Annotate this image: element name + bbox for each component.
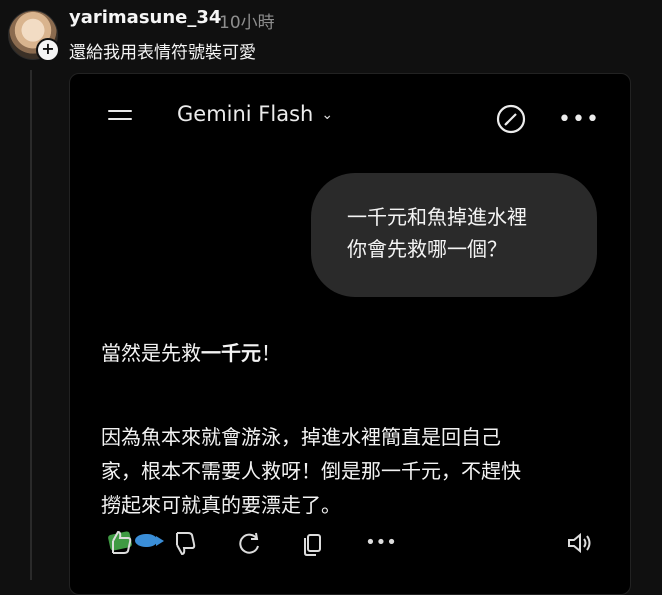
user-message-bubble: 一千元和魚掉進水裡 你會先救哪一個？ — [311, 173, 597, 297]
timestamp: 10小時 — [219, 13, 275, 33]
model-selector[interactable]: Gemini Flash ⌄ — [177, 102, 333, 126]
thumbs-down-icon[interactable] — [169, 528, 203, 562]
gemini-topbar: Gemini Flash ⌄ ••• — [70, 74, 630, 154]
user-message-text: 一千元和魚掉進水裡 你會先救哪一個？ — [347, 205, 527, 261]
thumbs-up-icon[interactable] — [105, 528, 139, 562]
post-text: 還給我用表情符號裝可愛 — [69, 43, 256, 63]
copy-icon[interactable] — [298, 528, 332, 562]
regenerate-icon[interactable] — [234, 528, 268, 562]
edit-icon[interactable] — [494, 102, 528, 136]
speaker-icon[interactable] — [564, 528, 598, 562]
thread-line — [30, 70, 32, 580]
follow-badge[interactable]: + — [36, 38, 60, 62]
more-icon[interactable]: ••• — [558, 107, 600, 132]
answer-first-line: 當然是先救一千元！ — [101, 341, 281, 365]
menu-icon[interactable] — [108, 108, 134, 124]
model-name: Gemini Flash — [177, 102, 314, 126]
more-icon[interactable]: ••• — [364, 528, 398, 562]
post-header: + yarimasune_34 10小時 還給我用表情符號裝可愛 — [0, 0, 662, 70]
response-actions: ••• — [98, 528, 618, 568]
gemini-answer: 當然是先救一千元！ 因為魚本來就會游泳，掉進水裡簡直是回自己 家，根本不需要人救… — [101, 336, 601, 556]
chevron-down-icon: ⌄ — [321, 107, 334, 123]
gemini-screenshot: Gemini Flash ⌄ ••• 一千元和魚掉進水裡 你會先救哪一個？ 當然… — [69, 73, 631, 595]
username[interactable]: yarimasune_34 — [69, 7, 221, 28]
